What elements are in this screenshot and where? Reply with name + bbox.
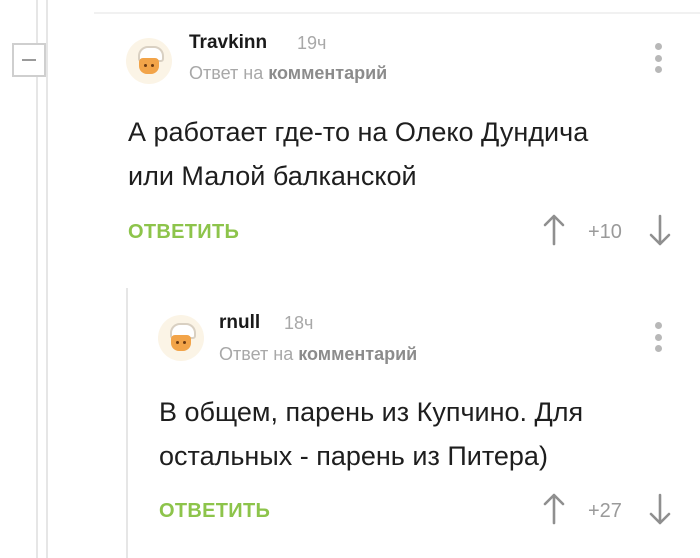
reply-target[interactable]: комментарий [298,344,417,364]
rating: +27 [588,500,622,522]
comment-time: 19ч [297,33,327,53]
rating: +10 [588,221,622,243]
reply-target[interactable]: комментарий [268,63,387,83]
arrow-down-icon[interactable] [649,493,671,525]
comment-text-line: В общем, парень из Купчино. Для [159,397,584,427]
more-icon[interactable] [654,43,662,73]
avatar[interactable] [126,38,172,84]
reply-to-link[interactable]: Ответ на комментарий [189,63,387,84]
comment-text-line: остальных - парень из Питера) [159,441,548,471]
comment-time: 18ч [284,313,314,333]
arrow-down-icon[interactable] [649,214,671,246]
reply-prefix: Ответ на [189,63,264,83]
comment-text: А работает где-то на Олеко Дундича или М… [128,110,588,198]
reply-to-link[interactable]: Ответ на комментарий [219,344,417,365]
avatar-face [139,58,159,74]
comment-rnull: rnull 18ч Ответ на комментарий В общем, … [0,290,700,558]
reply-button[interactable]: ОТВЕТИТЬ [159,500,270,523]
more-icon[interactable] [654,322,662,352]
reply-prefix: Ответ на [219,344,294,364]
username[interactable]: Travkinn [189,32,267,54]
username[interactable]: rnull [219,312,260,334]
avatar-face [171,335,191,351]
arrow-up-icon[interactable] [543,493,565,525]
comment-travkinn: Travkinn 19ч Ответ на комментарий А рабо… [0,0,700,260]
avatar[interactable] [158,315,204,361]
reply-button[interactable]: ОТВЕТИТЬ [128,221,239,244]
comment-text: В общем, парень из Купчино. Для остальны… [159,390,583,478]
comment-text-line: А работает где-то на Олеко Дундича [128,117,589,147]
comment-text-line: или Малой балканской [128,161,417,191]
arrow-up-icon[interactable] [543,214,565,246]
